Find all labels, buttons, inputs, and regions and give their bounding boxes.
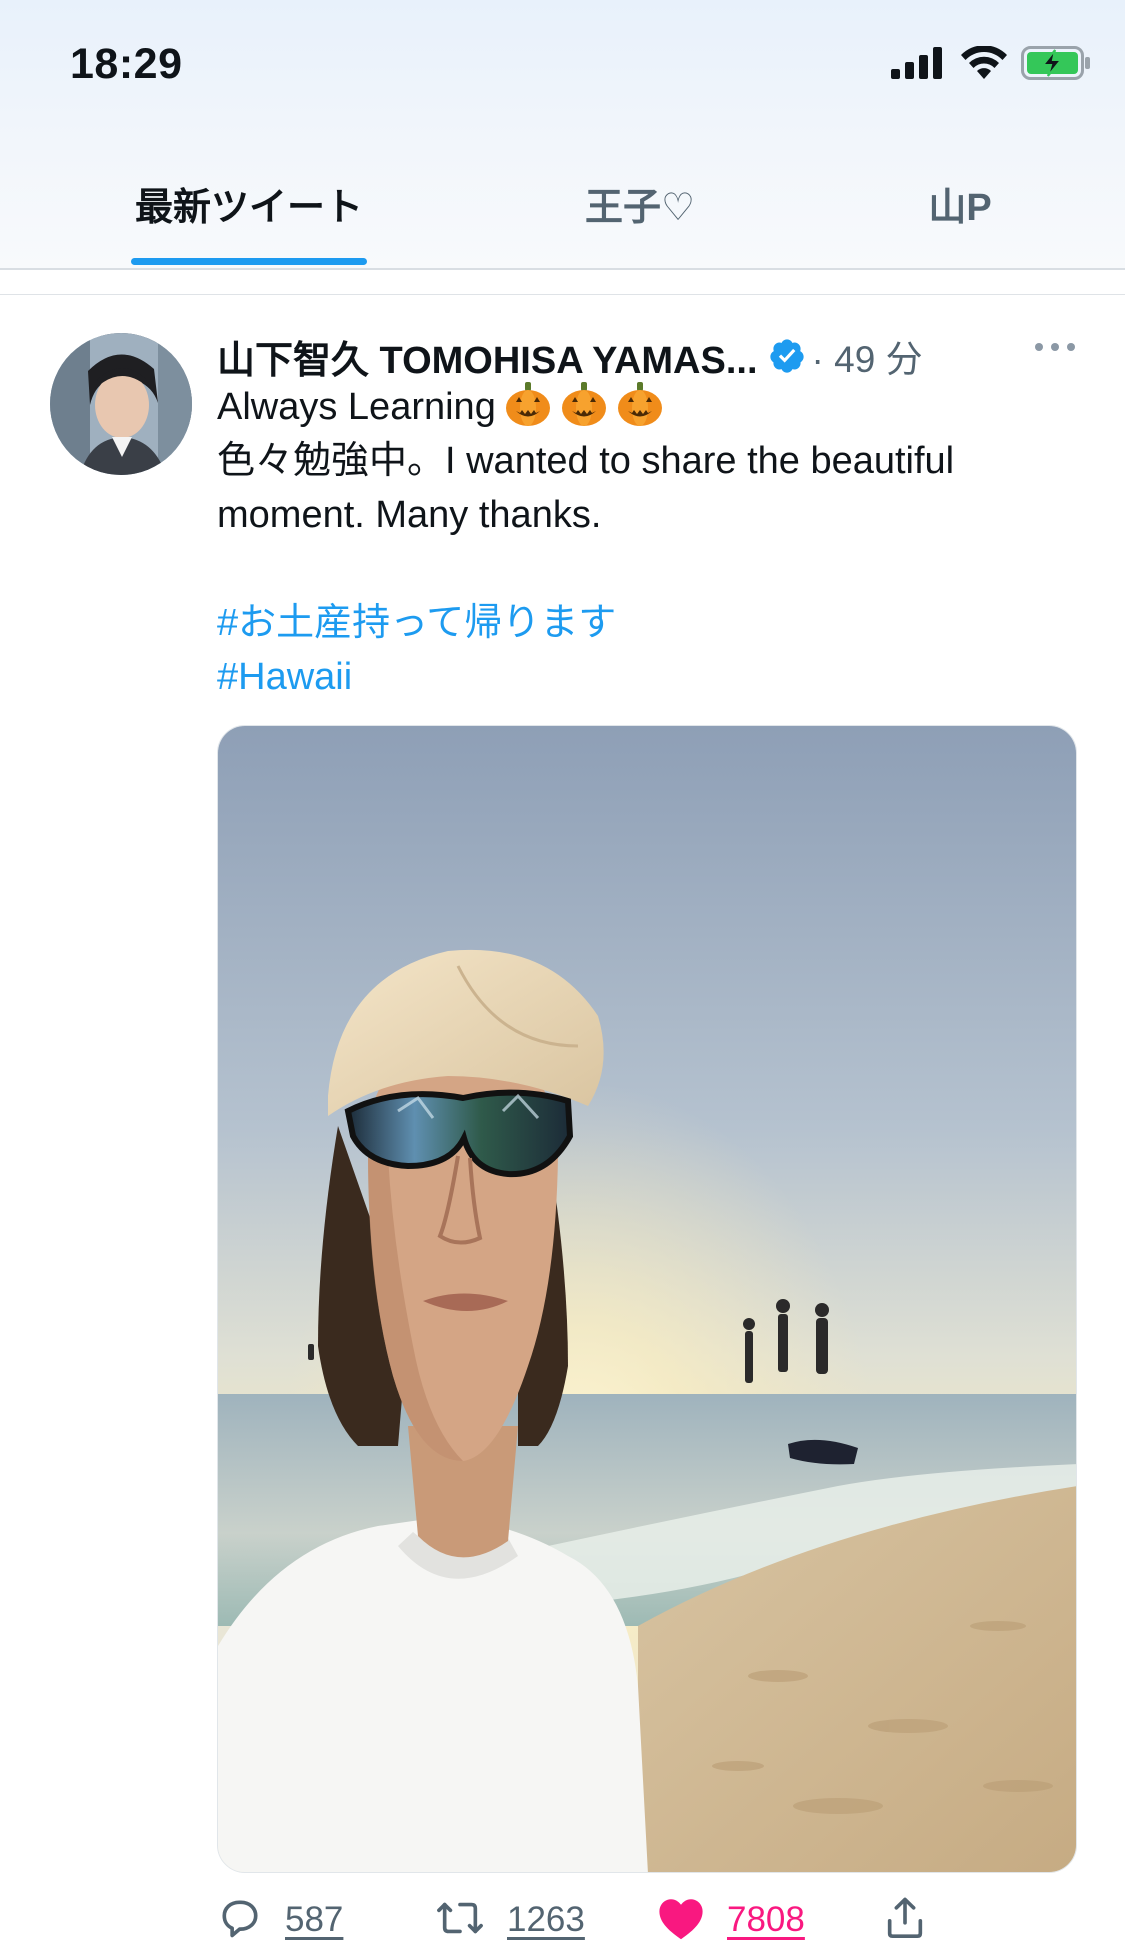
status-time: 18:29: [70, 40, 183, 88]
tweet-text-line: moment. Many thanks.: [217, 494, 602, 536]
tweet-text-line: 色々勉強中。I wanted to share the beautiful: [217, 440, 955, 482]
display-name[interactable]: 山下智久 TOMOHISA YAMAS...: [217, 329, 758, 384]
active-tab-indicator: [131, 258, 367, 265]
pumpkin-emoji: [617, 382, 662, 426]
share-icon: [882, 1894, 928, 1947]
tweet-text-segment: Always Learning: [217, 386, 496, 428]
tab-label: 王子♡: [584, 187, 696, 229]
reply-count: 587: [285, 1900, 344, 1939]
tweet-text: Always Learning 色々勉強中。I wanted to share: [217, 380, 1067, 704]
tab-label: 山P: [928, 187, 992, 229]
like-count: 7808: [727, 1900, 805, 1939]
heart-filled-icon: [657, 1896, 705, 1945]
like-button[interactable]: 7808: [657, 1890, 805, 1950]
status-icons: [891, 45, 1091, 85]
signal-icon: [891, 47, 947, 84]
pumpkin-emoji: [505, 382, 550, 426]
tab-prince[interactable]: 王子♡: [560, 170, 720, 270]
more-options-icon[interactable]: [1033, 340, 1077, 358]
tweet-text-line: Always Learning: [217, 380, 1067, 434]
retweet-count: 1263: [507, 1900, 585, 1939]
reply-button[interactable]: 587: [217, 1890, 343, 1950]
tweet-header: 山下智久 TOMOHISA YAMAS... · 49 分: [217, 326, 1097, 386]
header: 18:29 最新ツイート 王子♡ 山P: [0, 0, 1125, 270]
tweet-actions: 587 1263 7808: [217, 1890, 1097, 1950]
hashtag-link[interactable]: #Hawaii: [217, 650, 1067, 704]
battery-charging-icon: [1021, 46, 1091, 85]
tweet-photo[interactable]: [217, 725, 1077, 1873]
verified-badge-icon: [768, 337, 806, 375]
avatar[interactable]: [50, 333, 192, 475]
tab-yamap[interactable]: 山P: [900, 170, 1020, 270]
tab-latest-tweets[interactable]: 最新ツイート: [131, 170, 367, 270]
tweet-time[interactable]: · 49 分: [812, 329, 923, 383]
section-gap: [0, 270, 1125, 296]
timeline-divider: [0, 294, 1125, 295]
tab-label: 最新ツイート: [134, 187, 363, 229]
reply-icon: [217, 1895, 263, 1946]
pumpkin-emoji: [561, 382, 606, 426]
share-button[interactable]: [882, 1890, 928, 1950]
retweet-icon: [435, 1895, 485, 1946]
wifi-icon: [961, 45, 1007, 85]
retweet-button[interactable]: 1263: [435, 1890, 585, 1950]
hashtag-link[interactable]: #お土産持って帰ります: [217, 596, 1067, 650]
tab-bar: 最新ツイート 王子♡ 山P: [0, 170, 1125, 270]
